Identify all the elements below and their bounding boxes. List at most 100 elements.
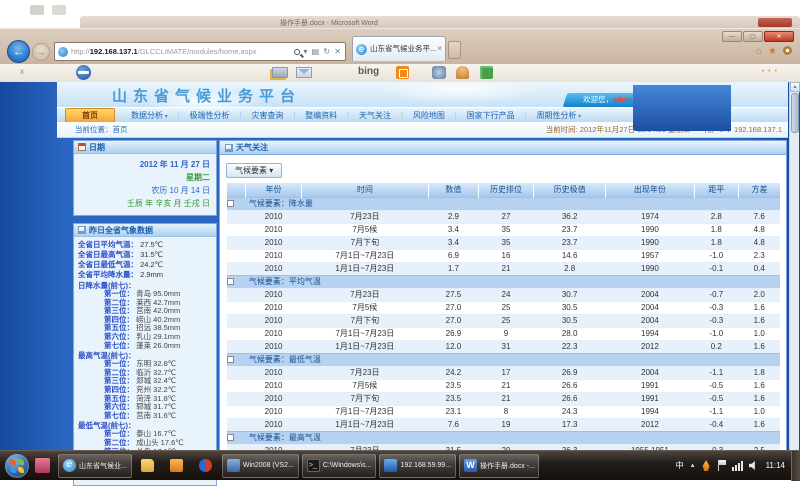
more-options-dots-icon[interactable]: • • • [762,68,778,75]
taskbar-button-3[interactable] [164,454,190,478]
taskbar-button-5[interactable]: Win2008 (VS2... [222,454,299,478]
group-title: 气候要素：降水量 [246,197,780,210]
scrollbar-up-icon[interactable]: ▲ [790,82,800,92]
close-bar-icon[interactable]: x [20,67,24,76]
menu-item-3[interactable]: 极端性分析 [180,110,240,121]
group-checkbox[interactable] [227,278,234,285]
weather-data-panel: 昨日全省气象数据 全省日平均气温： 27.5℃全省日最高气温： 31.5℃全省日… [73,223,217,486]
group-checkbox-cell [227,353,246,366]
cell: 4.8 [738,236,780,249]
back-button[interactable]: ← [7,40,30,63]
cards-icon[interactable] [272,67,288,78]
cell: 2010 [246,340,301,353]
stat-label: 全省日平均气温： [78,240,138,249]
start-button[interactable] [5,454,29,478]
table-row: 20107月1日~7月23日6.91614.61957-1.02.3 [227,249,781,262]
cell: 2010 [246,236,301,249]
taskbar-clock[interactable]: 11:14 [766,461,785,470]
tray-expand-icon[interactable]: ▲ [690,463,696,469]
table-row: 20107月1日~7月23日26.9928.01994-1.01.0 [227,327,781,340]
settings-gear-icon[interactable] [783,46,792,55]
browser-toolbar-right: ⌂★ [756,45,792,57]
refresh-icon[interactable]: ↻ [323,47,331,56]
new-tab-button[interactable] [448,41,461,59]
taskbar-button-4[interactable] [193,454,219,478]
address-bar[interactable]: http://192.168.137.1/GLCCLIMATE/modules/… [54,42,346,61]
taskbar-button-6[interactable]: >_C:\Windows\s... [302,454,377,478]
group-checkbox[interactable] [227,356,234,363]
cell: 3.4 [429,236,479,249]
scrollbar-thumb[interactable] [791,93,799,133]
taskbar-button-7[interactable]: 192.168.59.99... [379,454,456,478]
volume-icon[interactable] [749,461,758,470]
row-checkbox-cell [227,340,246,353]
menu-item-7[interactable]: 风险地图 [403,110,455,121]
cell: 2010 [246,262,301,275]
rank-value: 蓬莱 26.0mm [134,341,180,350]
cell: 23.5 [429,379,479,392]
taskbar-button-2[interactable] [135,454,161,478]
menu-item-6[interactable]: 天气关注 [349,110,401,121]
compatibility-icon[interactable]: ▤ [312,47,321,56]
cell: 2.3 [738,249,780,262]
tab-close-icon[interactable]: × [437,37,442,61]
cell: 23.7 [534,223,606,236]
menu-item-5[interactable]: 整编资料 [295,110,347,121]
climate-element-button[interactable]: 气候要素 ▾ [226,163,282,178]
cell: 6.9 [429,249,479,262]
addons-puzzle-icon[interactable] [480,66,493,79]
group-checkbox[interactable] [227,434,234,441]
taskbar-button-8[interactable]: W操作手册.docx -... [459,454,539,478]
action-center-flag-icon[interactable] [717,460,726,471]
cell: 7月5候 [301,223,428,236]
column-header: 历史极值 [534,183,606,197]
rank-item: 第七位： 蓬莱 26.0mm [78,342,214,351]
maximize-button[interactable]: ▢ [743,31,763,42]
show-desktop-button[interactable] [791,451,800,481]
taskbar-button-1[interactable]: e山东省气候业... [58,454,132,478]
rank-position: 第七位： [104,341,134,350]
column-header: 方差 [738,183,780,197]
menu-item-9[interactable]: 周期性分析 ▾ [526,110,591,121]
group-header-row: 气候要素：平均气温 [227,275,781,288]
weather-panel-title: 昨日全省气象数据 [89,224,153,237]
bing-logo[interactable]: bing [358,66,379,77]
addon-badge-icon[interactable] [76,65,91,80]
stat-value: 27.5℃ [138,240,163,249]
cell: 7月下旬 [301,392,428,405]
flame-app-icon[interactable] [702,460,711,471]
favorites-star-icon[interactable]: ★ [768,46,783,57]
cell: 1.0 [738,327,780,340]
group-header-row: 气候要素：最高气温 [227,431,781,444]
cell: 17.3 [534,418,606,431]
home-icon[interactable]: ⌂ [756,46,768,57]
cell: 2010 [246,288,301,301]
weather-stat-line: 全省日最高气温： 31.5℃ [78,250,214,260]
cell: 7月1日~7月23日 [301,249,428,262]
menu-item-2[interactable]: 数据分析 ▾ [121,110,178,121]
menu-item-4[interactable]: 灾害查询 [241,110,293,121]
network-icon[interactable] [732,460,743,471]
group-checkbox[interactable] [227,200,234,207]
table-row: 20107月下旬3.43523.719901.84.8 [227,236,781,249]
menu-item-1[interactable]: 首页 [65,108,115,123]
taskbar: e山东省气候业... Win2008 (VS2...>_C:\Windows\s.… [0,450,800,480]
pinned-app-icon[interactable] [35,458,50,473]
browser-tab[interactable]: e 山东省气候业务平... × [352,36,446,61]
forward-button[interactable]: → [32,43,50,61]
camera-icon[interactable] [432,66,446,79]
search-dropdown-icon[interactable]: ▾ [303,47,308,56]
ime-indicator[interactable]: 中 [676,460,684,471]
bing-box-icon[interactable] [396,66,409,79]
ganzhi-date: 壬辰 年 辛亥 月 壬戌 日 [76,197,210,210]
close-window-button[interactable]: ✕ [764,31,794,42]
menu-item-8[interactable]: 国家下行产品 [457,110,525,121]
search-icon[interactable] [294,49,300,55]
mail-icon[interactable] [296,67,312,78]
minimize-button[interactable]: — [722,31,742,42]
cell: 1.8 [694,223,738,236]
person-icon[interactable] [456,66,469,79]
stop-icon[interactable]: ✕ [334,47,342,56]
page-scrollbar[interactable]: ▲ [789,82,799,480]
cell: 2012 [606,418,695,431]
